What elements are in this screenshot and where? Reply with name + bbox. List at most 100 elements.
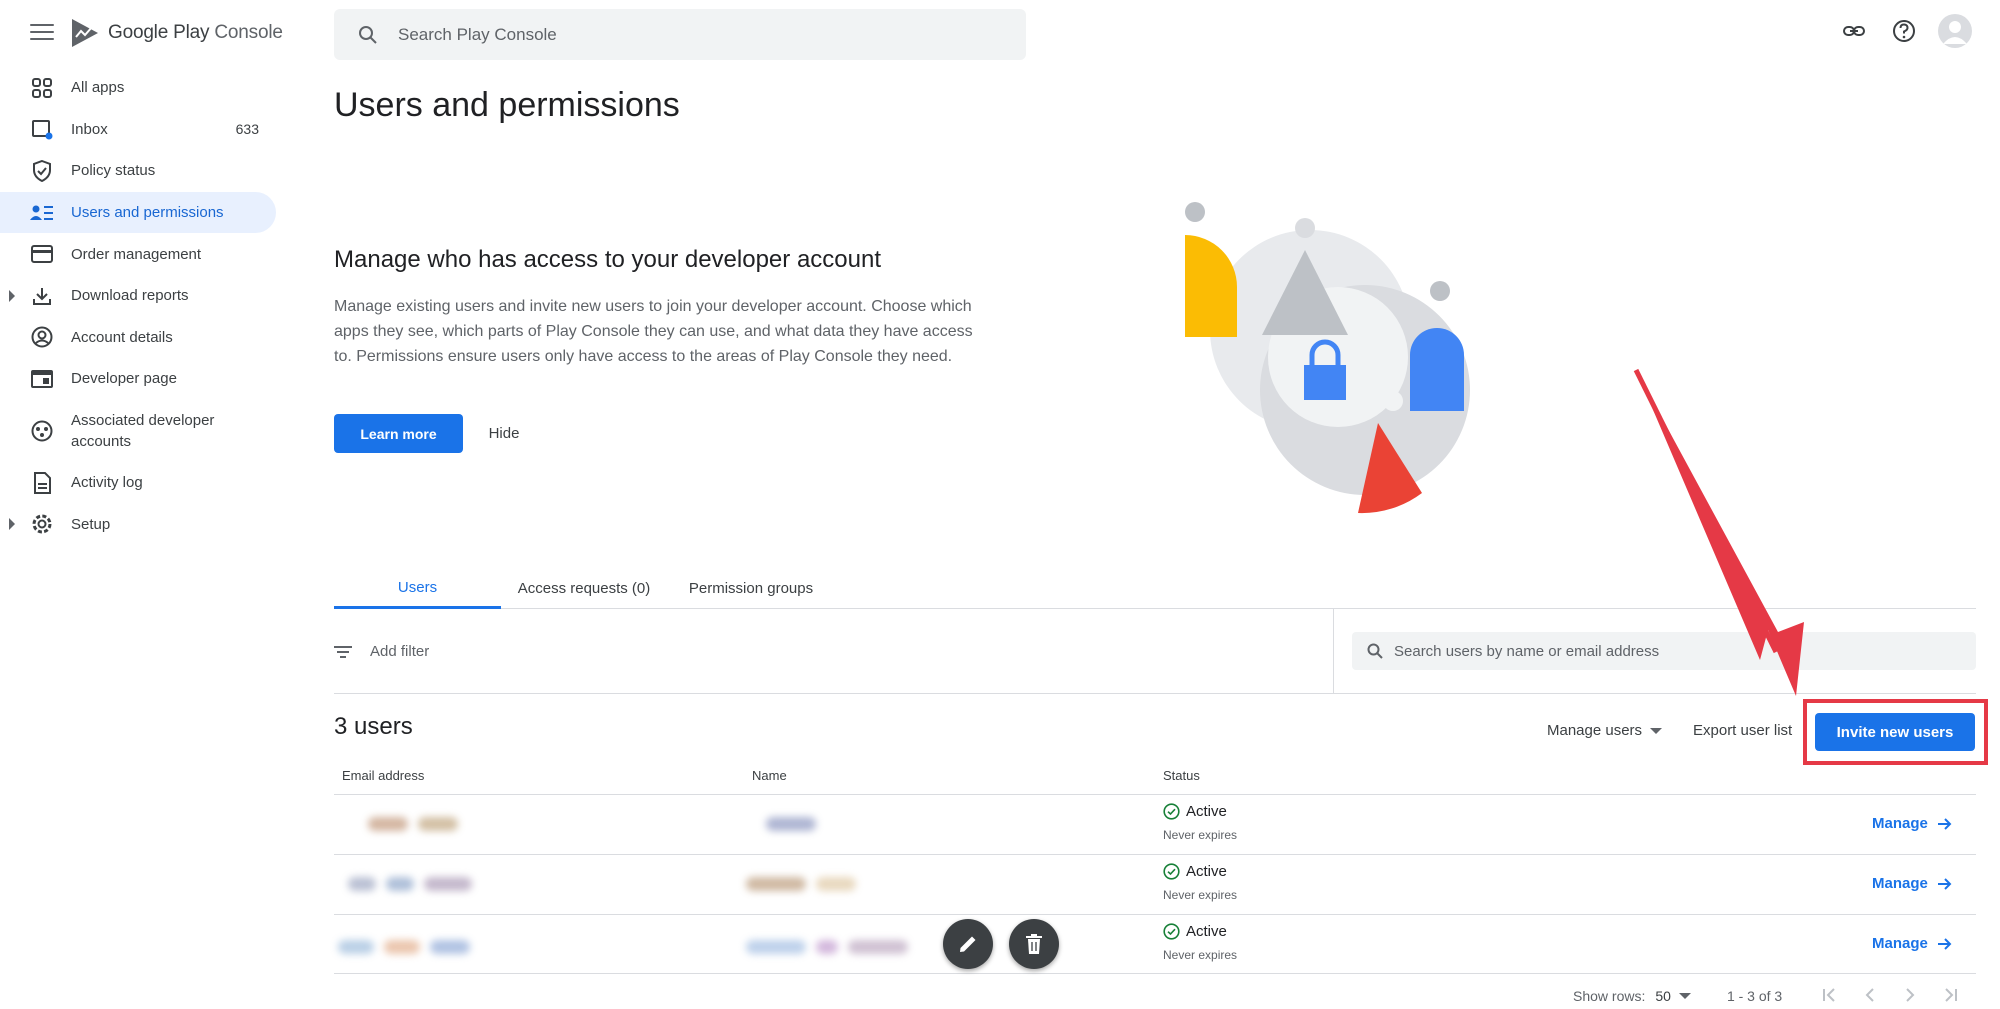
pagination-nav bbox=[1820, 985, 1960, 1005]
arrow-right-icon bbox=[1937, 817, 1952, 830]
status-text: Active bbox=[1186, 803, 1227, 820]
expiry-text: Never expires bbox=[1163, 948, 1238, 962]
search-input[interactable]: Search Play Console bbox=[334, 9, 1026, 60]
expand-caret-icon[interactable] bbox=[9, 518, 15, 531]
manage-user-link[interactable]: Manage bbox=[1872, 875, 1952, 892]
download-icon bbox=[30, 284, 54, 308]
manage-users-dropdown[interactable]: Manage users bbox=[1547, 722, 1663, 739]
status-text: Active bbox=[1186, 923, 1227, 940]
sidebar-item-label: Associated developer accounts bbox=[71, 411, 215, 450]
status-cell: Active Never expires bbox=[1163, 803, 1237, 842]
first-page-icon[interactable] bbox=[1820, 985, 1840, 1005]
users-permissions-icon bbox=[30, 201, 54, 225]
next-page-icon[interactable] bbox=[1900, 985, 1920, 1005]
linked-accounts-icon bbox=[30, 419, 54, 443]
learn-more-button[interactable]: Learn more bbox=[334, 414, 463, 453]
document-icon bbox=[30, 471, 54, 495]
sidebar-item-activity-log[interactable]: Activity log bbox=[0, 462, 276, 504]
column-header-email[interactable]: Email address bbox=[342, 768, 424, 783]
add-filter-button[interactable]: Add filter bbox=[334, 609, 1334, 694]
help-icon[interactable] bbox=[1888, 15, 1920, 47]
redacted-email bbox=[368, 817, 458, 833]
table-divider bbox=[334, 973, 1976, 974]
sidebar-item-developer-page[interactable]: Developer page bbox=[0, 358, 276, 400]
column-header-name[interactable]: Name bbox=[752, 768, 787, 783]
check-circle-icon bbox=[1163, 863, 1180, 880]
last-page-icon[interactable] bbox=[1940, 985, 1960, 1005]
column-header-status[interactable]: Status bbox=[1163, 768, 1200, 783]
manage-label: Manage bbox=[1872, 815, 1928, 832]
tab-access-requests[interactable]: Access requests (0) bbox=[501, 568, 667, 609]
expiry-text: Never expires bbox=[1163, 888, 1238, 902]
sidebar-item-account-details[interactable]: Account details bbox=[0, 317, 276, 359]
search-placeholder: Search Play Console bbox=[398, 24, 557, 44]
link-icon[interactable] bbox=[1838, 15, 1870, 47]
shield-check-icon bbox=[30, 159, 54, 183]
arrow-right-icon bbox=[1937, 937, 1952, 950]
sidebar-item-associated-developer-accounts[interactable]: Associated developer accounts bbox=[0, 400, 276, 462]
redacted-name bbox=[746, 877, 856, 893]
sidebar-item-label: Policy status bbox=[71, 162, 156, 180]
play-console-logo[interactable]: Google Play Console bbox=[70, 17, 283, 49]
export-user-list-button[interactable]: Export user list bbox=[1693, 722, 1792, 739]
avatar-icon bbox=[1943, 21, 1967, 44]
redacted-name bbox=[766, 817, 816, 833]
sidebar-item-policy-status[interactable]: Policy status bbox=[0, 150, 276, 192]
dropdown-arrow-icon bbox=[1650, 727, 1663, 734]
previous-page-icon[interactable] bbox=[1860, 985, 1880, 1005]
expand-caret-icon[interactable] bbox=[9, 289, 15, 302]
tab-users[interactable]: Users bbox=[334, 568, 501, 609]
sidebar-item-label: Download reports bbox=[71, 287, 189, 305]
hide-button[interactable]: Hide bbox=[476, 414, 532, 453]
trash-icon bbox=[1026, 934, 1042, 954]
sidebar-item-label: Developer page bbox=[71, 370, 177, 388]
check-circle-icon bbox=[1163, 923, 1180, 940]
sidebar-item-all-apps[interactable]: All apps bbox=[0, 67, 276, 109]
hero-description: Manage existing users and invite new use… bbox=[334, 298, 973, 365]
logo-text-google-play: Google Play bbox=[108, 22, 210, 43]
sidebar-item-label: Account details bbox=[71, 328, 173, 346]
manage-user-link[interactable]: Manage bbox=[1872, 815, 1952, 832]
inbox-icon bbox=[30, 117, 54, 141]
tab-permission-groups[interactable]: Permission groups bbox=[667, 568, 835, 609]
delete-button[interactable] bbox=[1009, 919, 1059, 969]
filter-icon bbox=[334, 645, 352, 658]
redacted-email bbox=[338, 940, 470, 956]
page-title: Users and permissions bbox=[334, 86, 680, 124]
check-circle-icon bbox=[1163, 803, 1180, 820]
search-icon bbox=[1367, 643, 1383, 659]
sidebar-item-label: Order management bbox=[71, 245, 202, 263]
search-icon bbox=[359, 25, 377, 44]
play-console-logo-icon bbox=[72, 19, 98, 47]
table-row: Active Never expires Manage bbox=[334, 915, 1976, 974]
sidebar-item-order-management[interactable]: Order management bbox=[0, 233, 276, 275]
web-page-icon bbox=[30, 367, 54, 391]
page-range: 1 - 3 of 3 bbox=[1726, 988, 1783, 1004]
highlight-annotation-box bbox=[1803, 699, 1988, 765]
arrow-right-icon bbox=[1937, 877, 1952, 890]
sidebar-item-setup[interactable]: Setup bbox=[0, 503, 276, 545]
account-avatar[interactable] bbox=[1938, 14, 1972, 48]
sidebar-item-inbox[interactable]: Inbox 633 bbox=[0, 109, 276, 151]
sidebar-item-download-reports[interactable]: Download reports bbox=[0, 275, 276, 317]
manage-label: Manage bbox=[1872, 935, 1928, 952]
sidebar-item-users-and-permissions[interactable]: Users and permissions bbox=[0, 191, 276, 234]
status-cell: Active Never expires bbox=[1163, 863, 1237, 902]
redacted-email bbox=[348, 877, 472, 893]
sidebar-item-label: Users and permissions bbox=[71, 204, 224, 222]
show-rows-label: Show rows: bbox=[1573, 988, 1646, 1004]
rows-per-page-value: 50 bbox=[1655, 988, 1671, 1004]
table-row: Active Never expires Manage bbox=[334, 855, 1976, 914]
sidebar-item-label: Inbox bbox=[71, 120, 108, 138]
credit-card-icon bbox=[30, 242, 54, 266]
sidebar-item-label: Activity log bbox=[71, 474, 143, 492]
rows-per-page-select[interactable]: 50 bbox=[1655, 988, 1691, 1004]
gear-icon bbox=[30, 512, 54, 536]
logo-text-console: Console bbox=[214, 22, 283, 43]
manage-label: Manage bbox=[1872, 875, 1928, 892]
menu-icon[interactable] bbox=[30, 24, 54, 42]
edit-button[interactable] bbox=[943, 919, 993, 969]
manage-user-link[interactable]: Manage bbox=[1872, 935, 1952, 952]
users-count: 3 users bbox=[334, 713, 413, 740]
expiry-text: Never expires bbox=[1163, 828, 1238, 842]
